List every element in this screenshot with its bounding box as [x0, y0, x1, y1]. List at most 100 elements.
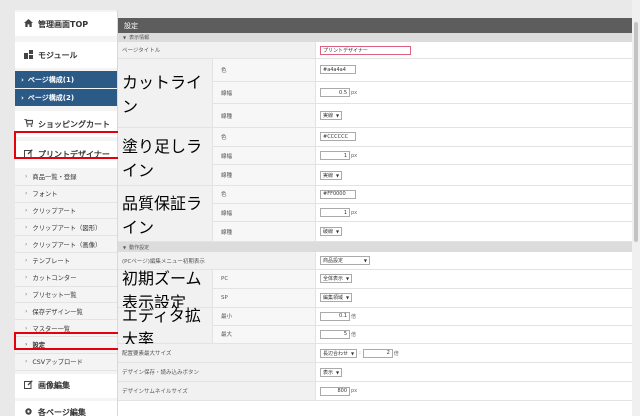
sidebar-page-edit[interactable]: 各ページ編集: [15, 400, 117, 416]
sidebar: 管理画面TOP モジュール › ページ構成(1) › ページ構成(2) ショッピ…: [15, 10, 118, 416]
chevron-down-icon: ▼: [346, 295, 350, 301]
chevron-down-icon: ▼: [123, 244, 127, 250]
edit-icon: [23, 380, 33, 391]
field-label: デザイン保存・読み込みボタン: [118, 363, 316, 381]
sidebar-sub-item[interactable]: › プリセット一覧: [15, 286, 117, 304]
sidebar-sub-item[interactable]: › クリップアート（図形）: [15, 219, 117, 237]
chevron-right-icon: ›: [25, 173, 28, 181]
section-title: 動作設定: [129, 244, 150, 251]
row-page-title: ページタイトル プリントデザイナー: [118, 42, 634, 59]
row-save-button: デザイン保存・読み込みボタン 表示 ▼: [118, 363, 634, 382]
sidebar-sub-item[interactable]: › CSVアップロード: [15, 353, 117, 371]
row-zoom-sp: SP 編集領域 ▼: [213, 288, 634, 307]
select-value: 編集領域: [323, 295, 344, 302]
group-label: エディタ拡大率: [118, 306, 213, 349]
pc-menu-select[interactable]: 商品設定 ▼: [320, 256, 370, 265]
chevron-down-icon: ▼: [336, 369, 340, 375]
group-editor-zoom: エディタ拡大率 最小 0.1 倍 最大 5倍: [118, 306, 634, 349]
chevron-down-icon: ▼: [336, 113, 340, 119]
row-quality-color: 色 #FF0000: [213, 186, 634, 204]
cart-icon: [23, 118, 34, 129]
unit-label: px: [351, 152, 358, 159]
cutline-width-input[interactable]: 0.5: [320, 88, 350, 97]
sidebar-page-config-1[interactable]: › ページ構成(1): [15, 71, 117, 88]
chevron-down-icon: ▼: [346, 276, 350, 282]
section-operation: ▼ 動作設定: [118, 242, 634, 252]
section-title: 表示情報: [129, 35, 150, 41]
sidebar-sub-item[interactable]: › フォント: [15, 185, 117, 203]
scrollbar-thumb[interactable]: [634, 22, 638, 242]
layout-size-input[interactable]: 2: [362, 348, 393, 358]
chevron-down-icon: ▼: [351, 350, 355, 356]
row-editor-zoom-max: 最大 5倍: [213, 325, 634, 343]
chevron-right-icon: ›: [21, 93, 24, 102]
chevron-right-icon: ›: [25, 257, 28, 265]
bleed-width-input[interactable]: 1: [320, 151, 350, 160]
page-title-input[interactable]: プリントデザイナー: [320, 45, 411, 55]
bleed-color-input[interactable]: #CCCCCC: [320, 132, 356, 142]
cutline-type-select[interactable]: 実線 ▼: [320, 111, 343, 121]
sub-label: 色: [213, 59, 316, 81]
zoom-sp-select[interactable]: 編集領域 ▼: [320, 293, 353, 303]
row-quality-width: 線幅 1 px: [213, 203, 634, 223]
chevron-right-icon: ›: [25, 324, 28, 332]
sidebar-image-edit-label: 画像編集: [38, 381, 70, 391]
sub-label: 色: [213, 186, 316, 203]
scrollbar[interactable]: [632, 0, 640, 416]
editor-zoom-max-input[interactable]: 5: [320, 329, 350, 339]
sidebar-sub-item[interactable]: › テンプレート: [15, 252, 117, 270]
sidebar-page-edit-label: 各ページ編集: [38, 408, 86, 416]
layout-size-select[interactable]: 長辺合わせ ▼: [320, 348, 358, 358]
sub-label: SP: [213, 288, 316, 307]
editor-zoom-min-input[interactable]: 0.1: [320, 311, 350, 321]
quality-color-input[interactable]: #FF0000: [320, 189, 356, 199]
select-value: 実線: [323, 172, 334, 179]
highlight-box: [14, 131, 120, 159]
row-bleed-type: 線種 実線 ▼: [213, 165, 634, 185]
select-value: 商品設定: [323, 258, 344, 264]
sidebar-sub-item[interactable]: › 保存デザイン一覧: [15, 303, 117, 321]
sidebar-shopping-cart-label: ショッピングカート: [38, 119, 110, 129]
unit-label: 倍: [351, 313, 357, 320]
chevron-right-icon: ›: [25, 274, 28, 282]
sidebar-sub-item[interactable]: › カットコンター: [15, 269, 117, 287]
sidebar-sub-item[interactable]: › クリップアート: [15, 202, 117, 220]
unit-label: 倍: [393, 350, 399, 357]
chevron-down-icon: ▼: [336, 172, 340, 178]
row-layout-size: 配置要素最大サイズ 長辺合わせ ▼ : 2 倍: [118, 344, 634, 363]
thumb-size-input[interactable]: 800: [320, 386, 350, 396]
row-cutline-type: 線種 実線 ▼: [213, 104, 634, 127]
sub-label: 色: [213, 128, 316, 146]
cutline-color-input[interactable]: #a4a4a4: [320, 65, 356, 75]
sidebar-sub-item[interactable]: › 商品一覧・登録: [15, 169, 117, 186]
sidebar-admin-top[interactable]: 管理画面TOP: [15, 12, 117, 36]
unit-label: px: [351, 209, 358, 216]
sidebar-image-edit[interactable]: 画像編集: [15, 373, 117, 398]
chevron-right-icon: ›: [21, 75, 24, 84]
sidebar-page-config-1-label: ページ構成(1): [27, 75, 75, 84]
quality-width-input[interactable]: 1: [320, 208, 350, 218]
group-label: 品質保証ライン: [118, 186, 213, 241]
sidebar-admin-top-label: 管理画面TOP: [38, 19, 89, 29]
unit-label: px: [351, 89, 358, 96]
bleed-type-select[interactable]: 実線 ▼: [320, 170, 343, 180]
chevron-right-icon: ›: [25, 190, 28, 198]
chevron-right-icon: ›: [25, 358, 28, 366]
select-value: 破線: [323, 229, 334, 236]
zoom-pc-select[interactable]: 全体表示 ▼: [320, 274, 353, 284]
sidebar-module[interactable]: モジュール: [15, 42, 117, 68]
field-label: デザインサムネイルサイズ: [118, 382, 316, 400]
sidebar-sub-item-label: クリップアート（画像）: [32, 241, 102, 249]
colon-label: :: [359, 350, 361, 356]
sidebar-page-config-2[interactable]: › ページ構成(2): [15, 89, 117, 106]
chevron-right-icon: ›: [25, 223, 28, 231]
settings-panel: 設定 ▼ 表示情報 ページタイトル プリントデザイナー カットライン 色 #a4…: [118, 18, 634, 416]
sidebar-sub-item[interactable]: › クリップアート（画像）: [15, 236, 117, 253]
sub-label: 線種: [213, 104, 316, 127]
save-button-select[interactable]: 表示 ▼: [320, 367, 343, 377]
sub-label: 線幅: [213, 146, 316, 165]
unit-label: 倍: [351, 331, 357, 338]
field-label: 配置要素最大サイズ: [118, 344, 316, 362]
row-editor-zoom-min: 最小 0.1 倍: [213, 308, 634, 326]
quality-type-select[interactable]: 破線 ▼: [320, 227, 343, 237]
